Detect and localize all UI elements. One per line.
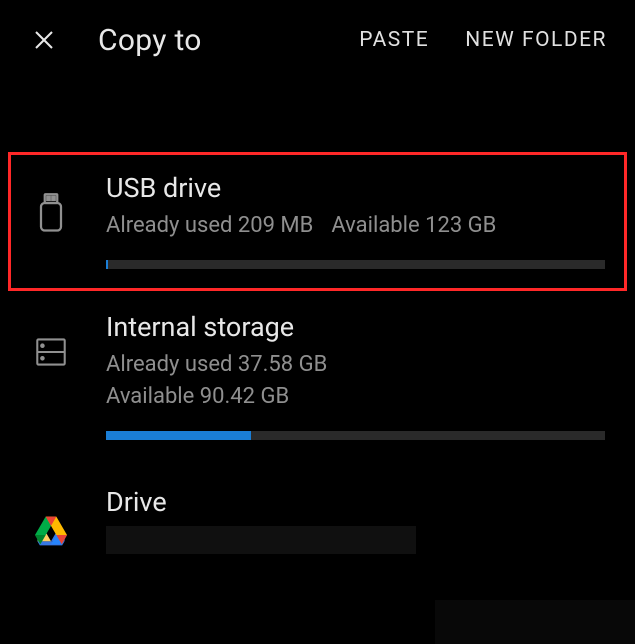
google-drive-icon (30, 508, 72, 550)
redacted-area (435, 600, 635, 644)
new-folder-button[interactable]: NEW FOLDER (465, 28, 607, 52)
storage-item-usb[interactable]: USB drive Already used 209 MB Available … (8, 152, 627, 291)
storage-name: USB drive (106, 172, 605, 204)
header-actions: PASTE NEW FOLDER (359, 28, 607, 52)
progress-fill (106, 260, 108, 269)
paste-button[interactable]: PASTE (359, 28, 429, 52)
progress-bar (106, 260, 605, 269)
header: Copy to PASTE NEW FOLDER (0, 0, 635, 80)
storage-icon (30, 331, 72, 373)
progress-fill (106, 431, 251, 440)
storage-stats: Already used 209 MB Available 123 GB (106, 210, 605, 242)
storage-item-internal[interactable]: Internal storage Already used 37.58 GB A… (0, 291, 635, 462)
storage-name: Drive (106, 486, 605, 518)
storage-item-drive[interactable]: Drive (0, 462, 635, 576)
progress-bar (106, 431, 605, 440)
available-label: Available 123 GB (331, 210, 496, 242)
storage-name: Internal storage (106, 311, 605, 343)
available-label: Available 90.42 GB (106, 381, 605, 413)
close-icon (32, 28, 56, 52)
storage-details: Drive (106, 486, 605, 554)
usb-icon (30, 192, 72, 234)
page-title: Copy to (98, 23, 202, 58)
used-label: Already used 209 MB (106, 210, 313, 242)
close-button[interactable] (28, 24, 60, 56)
redacted-text (106, 526, 416, 554)
storage-details: USB drive Already used 209 MB Available … (106, 172, 605, 269)
used-label: Already used 37.58 GB (106, 349, 605, 381)
storage-details: Internal storage Already used 37.58 GB A… (106, 311, 605, 440)
storage-stats: Already used 37.58 GB Available 90.42 GB (106, 349, 605, 413)
storage-list: USB drive Already used 209 MB Available … (0, 80, 635, 576)
